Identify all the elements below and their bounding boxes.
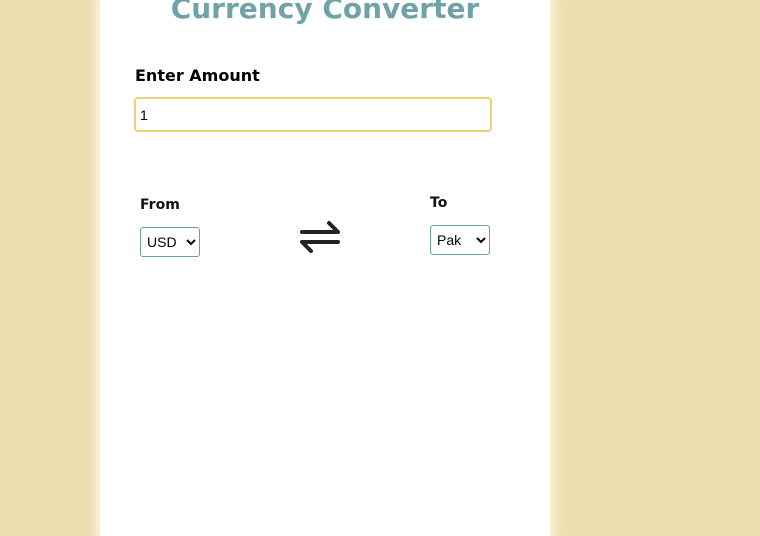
to-label: To bbox=[430, 195, 448, 211]
amount-label: Enter Amount bbox=[135, 66, 260, 85]
from-currency-select[interactable]: USD bbox=[140, 227, 200, 257]
to-currency-select[interactable]: Pak bbox=[430, 225, 490, 255]
amount-input[interactable] bbox=[134, 97, 492, 132]
page-title: Currency Converter bbox=[170, 0, 480, 25]
converter-card: Currency Converter Enter Amount From USD… bbox=[100, 0, 550, 536]
swap-arrows-icon[interactable] bbox=[296, 218, 344, 256]
from-label: From bbox=[140, 197, 180, 213]
